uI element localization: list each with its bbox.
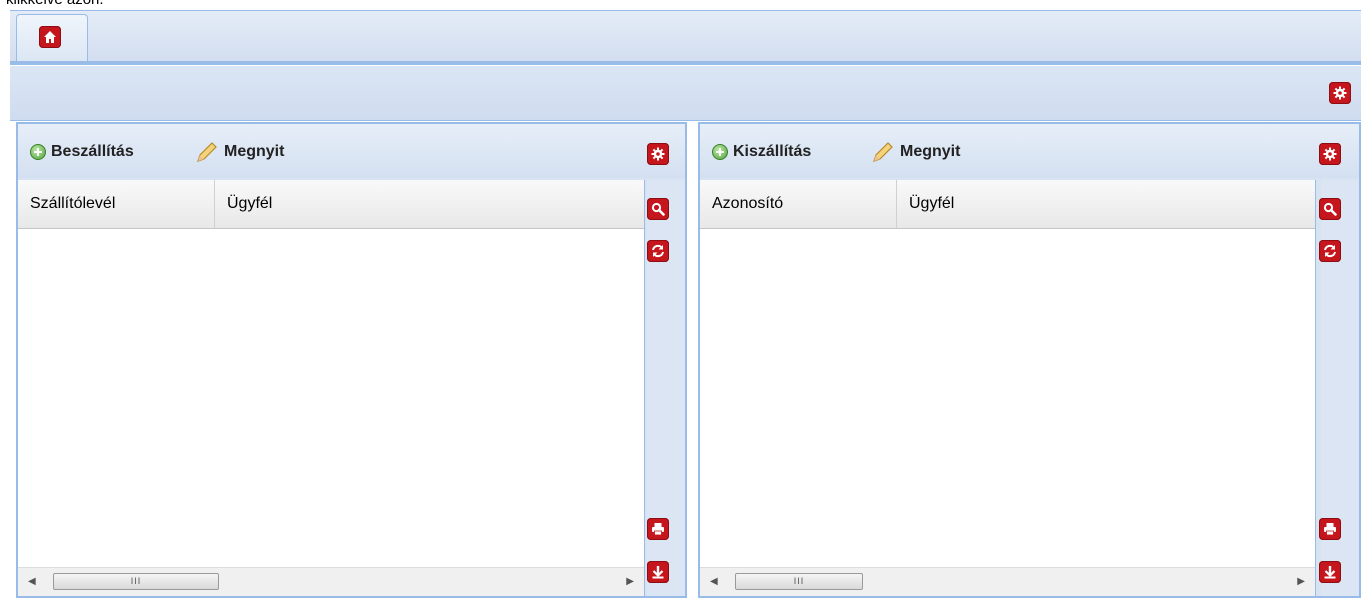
tab-strip — [10, 10, 1361, 63]
open-outgoing-label: Megnyit — [900, 143, 961, 160]
scroll-thumb[interactable]: III — [53, 573, 219, 590]
print-icon — [1324, 523, 1336, 536]
outgoing-print-button[interactable] — [1319, 518, 1341, 540]
outgoing-export-button[interactable] — [1319, 561, 1341, 583]
outgoing-settings-button[interactable] — [1319, 143, 1341, 165]
scroll-thumb[interactable]: III — [735, 573, 863, 590]
incoming-refresh-button[interactable] — [647, 240, 669, 262]
refresh-icon — [652, 244, 664, 258]
pencil-icon — [197, 142, 217, 162]
main-toolbar — [10, 66, 1361, 121]
add-incoming-label: Beszállítás — [51, 143, 134, 160]
incoming-grid-header: Szállítólevél Ügyfél — [18, 180, 644, 229]
incoming-grid[interactable]: Szállítólevél Ügyfél ◀ III ▶ — [18, 180, 645, 596]
column-header-customer[interactable]: Ügyfél — [215, 180, 644, 228]
outgoing-grid-header: Azonosító Ügyfél — [700, 180, 1315, 229]
outgoing-refresh-button[interactable] — [1319, 240, 1341, 262]
incoming-settings-button[interactable] — [647, 143, 669, 165]
add-icon — [30, 144, 46, 160]
scroll-left-arrow-icon[interactable]: ◀ — [28, 576, 36, 587]
tab-home[interactable] — [16, 14, 88, 62]
outgoing-grid[interactable]: Azonosító Ügyfél ◀ III ▶ — [700, 180, 1316, 596]
scroll-left-arrow-icon[interactable]: ◀ — [710, 576, 718, 587]
outgoing-horizontal-scrollbar[interactable]: ◀ III ▶ — [700, 567, 1315, 596]
scroll-right-arrow-icon[interactable]: ▶ — [1297, 576, 1305, 587]
tab-divider — [10, 61, 1361, 65]
add-outgoing-label: Kiszállítás — [733, 143, 812, 160]
incoming-panel: Beszállítás Megnyit Szállítólevél Ügyfél… — [16, 122, 687, 598]
home-icon[interactable] — [39, 26, 61, 48]
download-icon — [1324, 566, 1336, 579]
outgoing-search-button[interactable] — [1319, 198, 1341, 220]
search-icon — [651, 202, 665, 216]
incoming-print-button[interactable] — [647, 518, 669, 540]
column-header-delivery-note[interactable]: Szállítólevél — [18, 180, 215, 228]
search-icon — [1323, 202, 1337, 216]
incoming-search-button[interactable] — [647, 198, 669, 220]
open-incoming-button[interactable]: Megnyit — [194, 141, 284, 163]
gear-icon — [1333, 86, 1347, 100]
pencil-icon — [873, 142, 893, 162]
gear-icon — [1323, 147, 1337, 161]
gear-icon — [651, 147, 665, 161]
toolbar-settings-button[interactable] — [1329, 82, 1351, 104]
incoming-export-button[interactable] — [647, 561, 669, 583]
column-header-identifier[interactable]: Azonosító — [700, 180, 897, 228]
add-outgoing-button[interactable]: Kiszállítás — [712, 141, 811, 163]
download-icon — [652, 566, 664, 579]
add-icon — [712, 144, 728, 160]
add-incoming-button[interactable]: Beszállítás — [30, 141, 134, 163]
outgoing-panel: Kiszállítás Megnyit Azonosító Ügyfél ◀ I… — [698, 122, 1361, 598]
refresh-icon — [1324, 244, 1336, 258]
page-intro-text: klikkelve azon. — [6, 0, 104, 8]
scroll-right-arrow-icon[interactable]: ▶ — [626, 576, 634, 587]
column-header-customer[interactable]: Ügyfél — [897, 180, 1315, 228]
open-outgoing-button[interactable]: Megnyit — [870, 141, 960, 163]
open-incoming-label: Megnyit — [224, 143, 285, 160]
print-icon — [652, 523, 664, 536]
incoming-horizontal-scrollbar[interactable]: ◀ III ▶ — [18, 567, 644, 596]
